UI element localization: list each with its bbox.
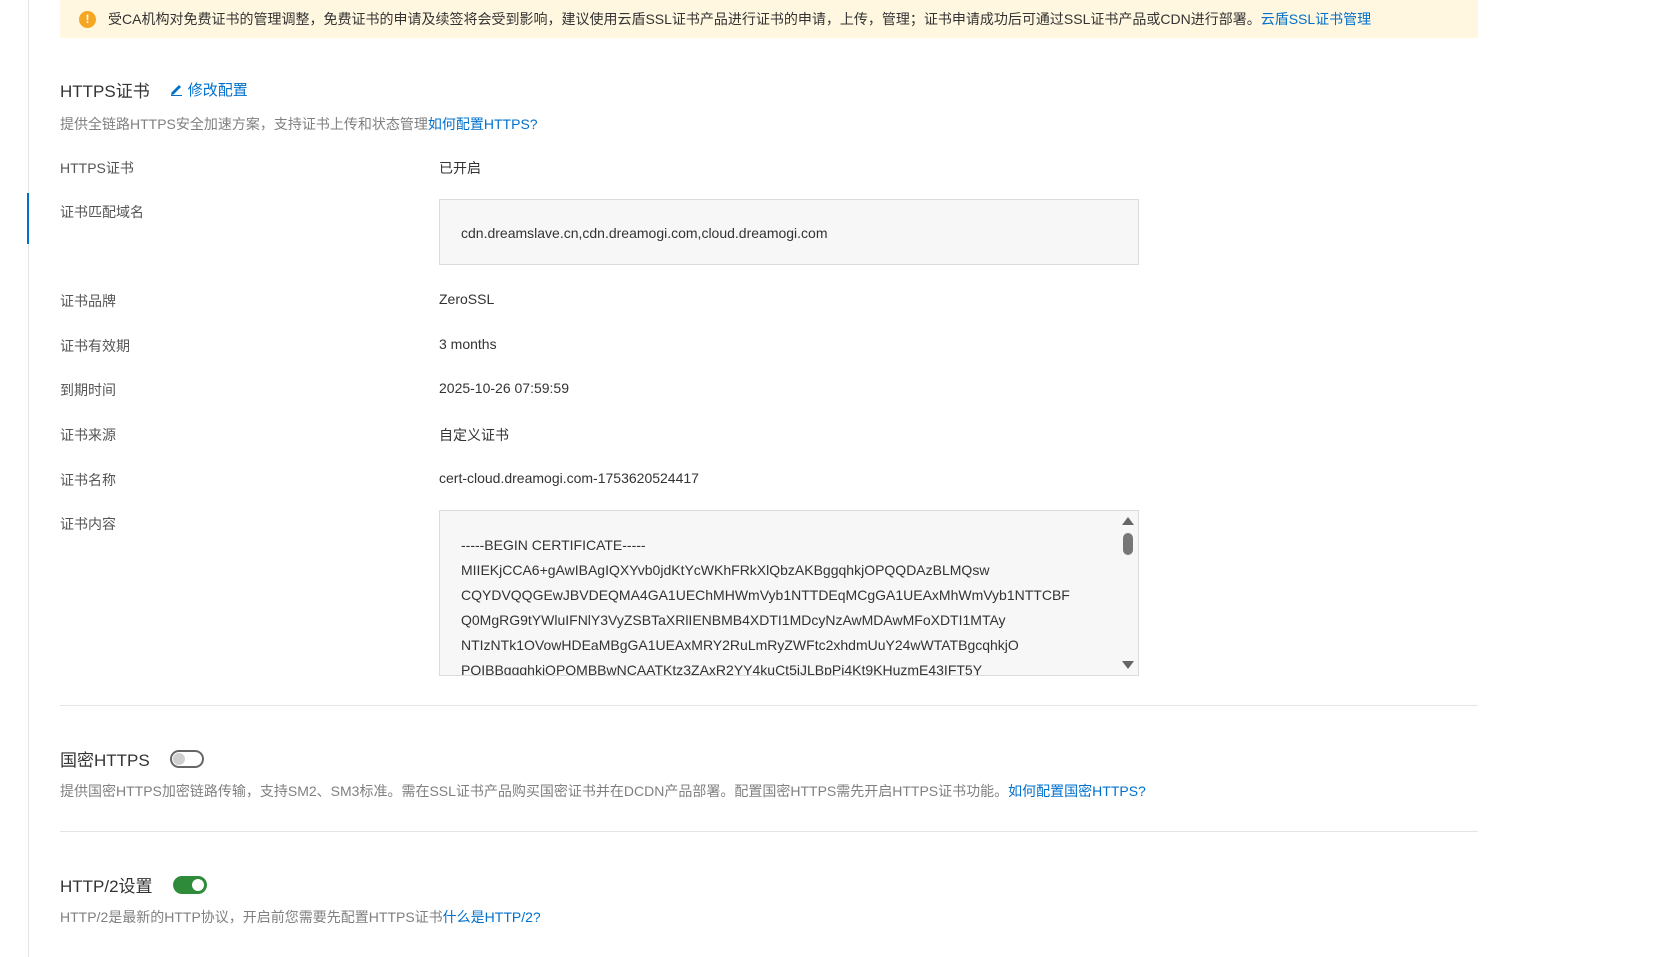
https-status-label: HTTPS证书 <box>60 160 134 176</box>
warning-icon: ! <box>79 10 96 28</box>
cert-domains-label: 证书匹配域名 <box>60 204 144 220</box>
https-description: 提供全链路HTTPS安全加速方案，支持证书上传和状态管理如何配置HTTPS? <box>60 114 538 134</box>
guomi-help-link[interactable]: 如何配置国密HTTPS? <box>1008 783 1146 799</box>
section-divider <box>60 831 1478 832</box>
http2-help-link[interactable]: 什么是HTTP/2? <box>443 909 541 925</box>
guomi-description-text: 提供国密HTTPS加密链路传输，支持SM2、SM3标准。需在SSL证书产品购买国… <box>60 783 1009 799</box>
cert-name-value: cert-cloud.dreamogi.com-1753620524417 <box>439 470 699 486</box>
cert-validity-value: 3 months <box>439 336 497 352</box>
cert-name-label: 证书名称 <box>60 472 116 488</box>
cert-content-textarea[interactable]: -----BEGIN CERTIFICATE----- MIIEKjCCA6+g… <box>439 510 1139 676</box>
ssl-cert-manage-link[interactable]: 云盾SSL证书管理 <box>1261 9 1371 29</box>
guomi-title: 国密HTTPS <box>60 751 150 770</box>
notice-text: 受CA机构对免费证书的管理调整，免费证书的申请及续签将会受到影响，建议使用云盾S… <box>108 11 1261 27</box>
http2-description: HTTP/2是最新的HTTP协议，开启前您需要先配置HTTPS证书什么是HTTP… <box>60 907 541 927</box>
guomi-section-title: 国密HTTPS <box>60 746 204 771</box>
cert-content-label: 证书内容 <box>60 516 116 532</box>
scrollbar-thumb[interactable] <box>1123 533 1133 555</box>
scroll-up-arrow-icon[interactable] <box>1122 517 1134 525</box>
scroll-down-arrow-icon[interactable] <box>1122 661 1134 669</box>
cert-expiry-label: 到期时间 <box>60 382 116 398</box>
http2-section-title: HTTP/2设置 <box>60 872 207 897</box>
https-help-link[interactable]: 如何配置HTTPS? <box>428 116 538 132</box>
http2-description-text: HTTP/2是最新的HTTP协议，开启前您需要先配置HTTPS证书 <box>60 909 443 925</box>
http2-title: HTTP/2设置 <box>60 877 153 896</box>
https-description-text: 提供全链路HTTPS安全加速方案，支持证书上传和状态管理 <box>60 116 428 132</box>
cert-expiry-value: 2025-10-26 07:59:59 <box>439 380 569 396</box>
cert-brand-value: ZeroSSL <box>439 291 495 307</box>
cert-source-value: 自定义证书 <box>439 427 509 443</box>
https-title: HTTPS证书 <box>60 82 150 101</box>
guomi-description: 提供国密HTTPS加密链路传输，支持SM2、SM3标准。需在SSL证书产品购买国… <box>60 781 1146 801</box>
guomi-toggle[interactable] <box>169 749 204 768</box>
toggle-knob <box>191 878 204 891</box>
section-divider <box>60 705 1478 706</box>
notice-banner: ! 受CA机构对免费证书的管理调整，免费证书的申请及续签将会受到影响，建议使用云… <box>60 0 1478 38</box>
edit-config-button[interactable]: 修改配置 <box>170 79 248 100</box>
toggle-knob <box>172 752 185 765</box>
cert-content-text: -----BEGIN CERTIFICATE----- MIIEKjCCA6+g… <box>461 537 1070 676</box>
left-border <box>28 0 29 957</box>
https-status-value: 已开启 <box>439 160 481 176</box>
https-section-title: HTTPS证书 修改配置 <box>60 77 248 102</box>
cert-source-label: 证书来源 <box>60 427 116 443</box>
cert-domains-field[interactable]: cdn.dreamslave.cn,cdn.dreamogi.com,cloud… <box>439 199 1139 265</box>
edit-config-label: 修改配置 <box>187 82 248 99</box>
cert-validity-label: 证书有效期 <box>60 338 130 354</box>
active-indicator <box>27 193 29 244</box>
http2-toggle[interactable] <box>172 875 207 894</box>
cert-brand-label: 证书品牌 <box>60 293 116 309</box>
edit-icon <box>170 85 182 96</box>
